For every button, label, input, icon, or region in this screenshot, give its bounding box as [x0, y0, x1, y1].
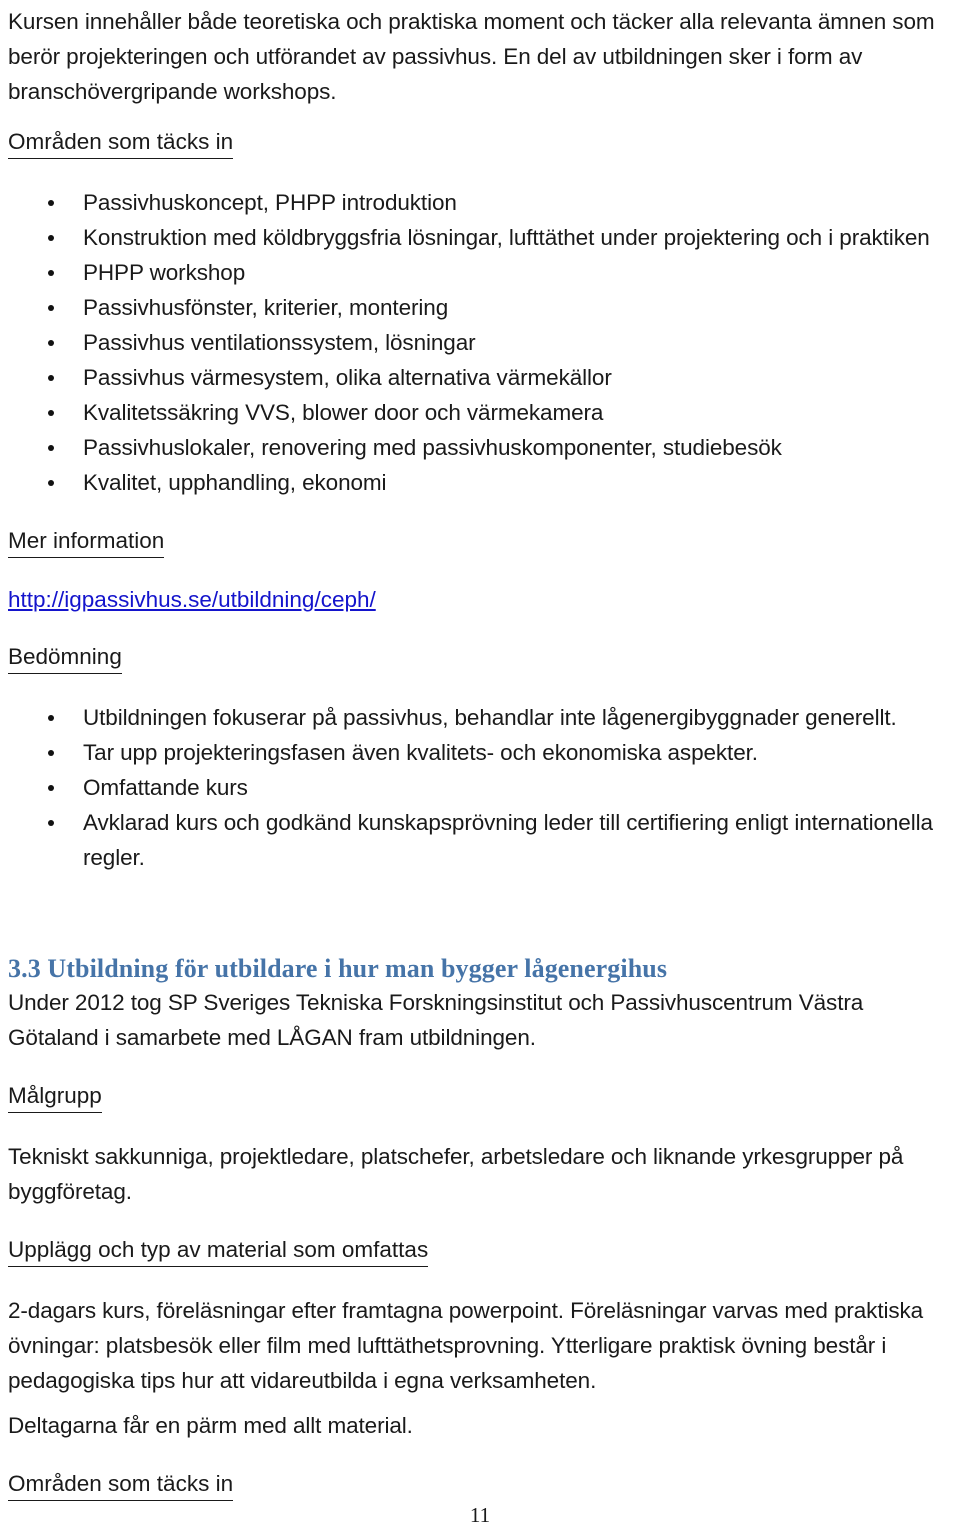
heading-areas-covered-2: Områden som täcks in	[8, 1469, 234, 1501]
intro-paragraph: Kursen innehåller både teoretiska och pr…	[8, 9, 935, 104]
format-material-body-2: Deltagarna får en pärm med allt material…	[8, 1413, 413, 1438]
target-group-heading-wrapper: Målgrupp	[8, 1081, 952, 1113]
list-item: Tar upp projekteringsfasen även kvalitet…	[8, 735, 952, 770]
list-item: Konstruktion med köldbryggsfria lösninga…	[8, 220, 952, 255]
heading-chapter-3-3: 3.3 Utbildning för utbildare i hur man b…	[8, 954, 668, 983]
list-item: Passivhusfönster, kriterier, montering	[8, 290, 952, 325]
list-item: Passivhus ventilationssystem, lösningar	[8, 325, 952, 360]
areas-covered-heading-wrapper: Områden som täcks in	[8, 127, 952, 159]
list-item: Passivhus värmesystem, olika alternativa…	[8, 360, 952, 395]
list-item: Passivhuskoncept, PHPP introduktion	[8, 185, 952, 220]
list-item: Introduktion till energieffektiva byggna…	[8, 1527, 952, 1534]
heading-areas-covered-1: Områden som täcks in	[8, 127, 234, 159]
heading-assessment: Bedömning	[8, 642, 122, 674]
heading-more-information: Mer information	[8, 526, 165, 558]
list-item: Avklarad kurs och godkänd kunskapsprövni…	[8, 805, 952, 875]
areas-covered-list-2: Introduktion till energieffektiva byggna…	[8, 1527, 952, 1534]
list-item: Passivhuslokaler, renovering med passivh…	[8, 430, 952, 465]
list-item: Kvalitetssäkring VVS, blower door och vä…	[8, 395, 952, 430]
more-information-heading-wrapper: Mer information	[8, 526, 952, 558]
course-info-link[interactable]: http://igpassivhus.se/utbildning/ceph/	[8, 584, 376, 616]
format-material-body-1: 2-dagars kurs, föreläsningar efter framt…	[8, 1298, 924, 1393]
format-material-heading-wrapper: Upplägg och typ av material som omfattas	[8, 1235, 952, 1267]
target-group-body: Tekniskt sakkunniga, projektledare, plat…	[8, 1144, 904, 1204]
assessment-heading-wrapper: Bedömning	[8, 642, 952, 674]
assessment-list: Utbildningen fokuserar på passivhus, beh…	[8, 700, 952, 875]
chapter-3-3-intro: Under 2012 tog SP Sveriges Tekniska Fors…	[8, 990, 864, 1050]
list-item: Omfattande kurs	[8, 770, 952, 805]
more-information-link-wrapper: http://igpassivhus.se/utbildning/ceph/	[8, 584, 952, 616]
heading-format-and-material: Upplägg och typ av material som omfattas	[8, 1235, 429, 1267]
list-item: PHPP workshop	[8, 255, 952, 290]
areas-covered-2-heading-wrapper: Områden som täcks in	[8, 1469, 952, 1501]
list-item: Utbildningen fokuserar på passivhus, beh…	[8, 700, 952, 735]
list-item: Kvalitet, upphandling, ekonomi	[8, 465, 952, 500]
document-page: Kursen innehåller både teoretiska och pr…	[0, 0, 960, 1534]
page-number: 11	[469, 1503, 491, 1527]
heading-target-group: Målgrupp	[8, 1081, 102, 1113]
areas-covered-list-1: Passivhuskoncept, PHPP introduktion Kons…	[8, 185, 952, 500]
